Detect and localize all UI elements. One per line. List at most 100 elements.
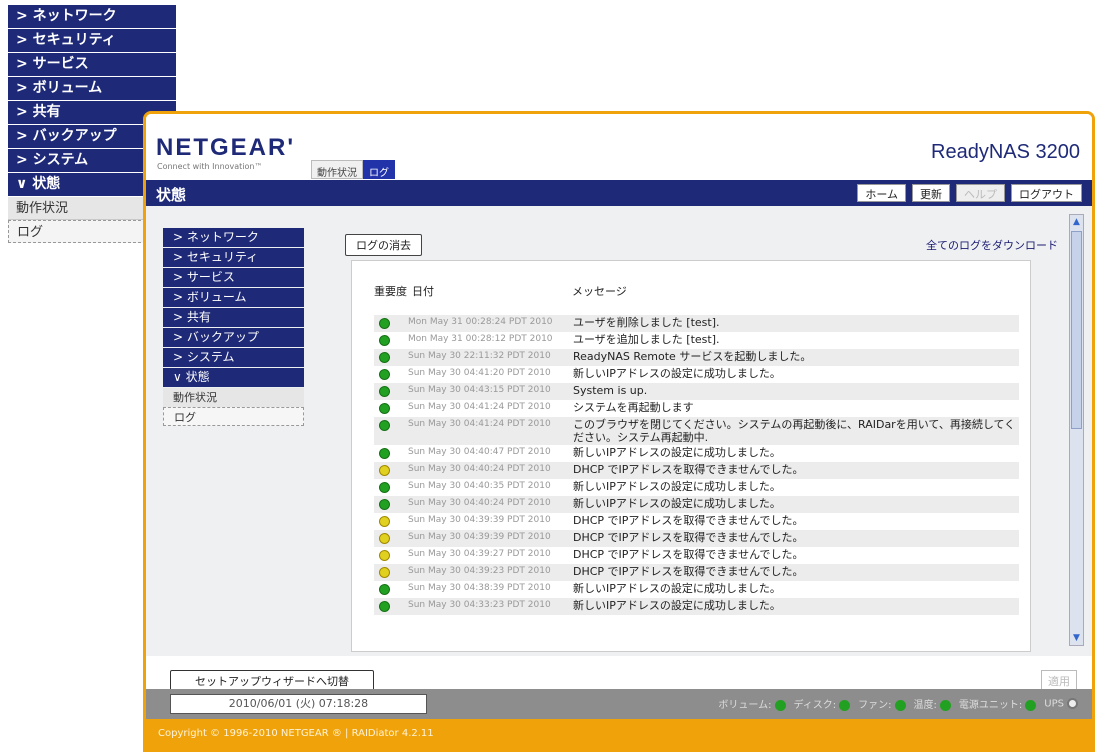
download-all-logs-link[interactable]: 全てのログをダウンロード	[926, 237, 1058, 253]
sidebar-item-security[interactable]: > セキュリティ	[163, 248, 304, 267]
log-row: Sun May 30 04:40:24 PDT 2010 新しいIPアドレスの設定…	[374, 496, 1019, 513]
tab-health[interactable]: 動作状況	[311, 160, 363, 179]
indicator-light-icon	[774, 699, 786, 711]
top-buttons: ホーム 更新 ヘルプ ログアウト	[857, 184, 1082, 202]
log-row: Sun May 30 04:39:23 PDT 2010 DHCP でIPアドレス…	[374, 564, 1019, 581]
sidebar-item-services[interactable]: > サービス	[163, 268, 304, 287]
status-warning-icon	[379, 516, 390, 527]
sidebar-item-backup[interactable]: > バックアップ	[163, 328, 304, 347]
log-date: Sun May 30 04:39:39 PDT 2010	[408, 515, 551, 525]
product-name: ReadyNAS 3200	[931, 141, 1080, 163]
log-row: Mon May 31 00:28:12 PDT 2010 ユーザを追加しました […	[374, 332, 1019, 349]
status-ok-icon	[379, 335, 390, 346]
indicator-light-icon	[1067, 697, 1078, 709]
header: NETGEAR' Connect with Innovation™ 動作状況 ロ…	[146, 114, 1092, 182]
log-message: DHCP でIPアドレスを取得できませんでした。	[573, 463, 804, 476]
log-message: ReadyNAS Remote サービスを起動しました。	[573, 350, 812, 363]
log-message: 新しいIPアドレスの設定に成功しました。	[573, 446, 781, 459]
indicator-label: 電源ユニット:	[958, 700, 1023, 711]
status-ok-icon	[379, 482, 390, 493]
outer-nav-network[interactable]: > ネットワーク	[8, 5, 176, 28]
log-message: DHCP でIPアドレスを取得できませんでした。	[573, 548, 804, 561]
log-date: Sun May 30 04:38:39 PDT 2010	[408, 583, 551, 593]
log-message: ユーザを追加しました [test].	[573, 333, 720, 346]
status-ok-icon	[379, 318, 390, 329]
log-date: Sun May 30 04:43:15 PDT 2010	[408, 385, 551, 395]
sidebar-item-volume[interactable]: > ボリューム	[163, 288, 304, 307]
log-row: Sun May 30 04:39:39 PDT 2010 DHCP でIPアドレス…	[374, 530, 1019, 547]
clock: 2010/06/01 (火) 07:18:28	[170, 694, 427, 714]
scrollbar[interactable]: ▲ ▼	[1069, 214, 1084, 646]
status-ok-icon	[379, 386, 390, 397]
log-message: システムを再起動します	[573, 401, 694, 414]
sidebar-item-health[interactable]: 動作状況	[163, 388, 304, 407]
log-row: Sun May 30 04:40:24 PDT 2010 DHCP でIPアドレス…	[374, 462, 1019, 479]
log-message: 新しいIPアドレスの設定に成功しました。	[573, 599, 781, 612]
sidebar-item-shares[interactable]: > 共有	[163, 308, 304, 327]
log-row: Sun May 30 04:41:24 PDT 2010 システムを再起動します	[374, 400, 1019, 417]
log-message: DHCP でIPアドレスを取得できませんでした。	[573, 531, 804, 544]
scroll-thumb[interactable]	[1071, 231, 1082, 429]
scroll-down-icon[interactable]: ▼	[1070, 631, 1083, 645]
indicator-label: ディスク:	[793, 700, 837, 711]
status-warning-icon	[379, 550, 390, 561]
logout-button[interactable]: ログアウト	[1011, 184, 1082, 202]
log-message: System is up.	[573, 384, 648, 397]
main-content: > ネットワーク > セキュリティ > サービス > ボリューム > 共有 > …	[146, 206, 1092, 656]
status-ok-icon	[379, 352, 390, 363]
indicator: 温度:	[914, 696, 951, 711]
sidebar-item-system[interactable]: > システム	[163, 348, 304, 367]
status-warning-icon	[379, 567, 390, 578]
col-date: 日付	[412, 285, 434, 298]
indicator-light-icon	[894, 699, 906, 711]
refresh-button[interactable]: 更新	[912, 184, 950, 202]
indicator-label: UPS	[1044, 698, 1064, 710]
outer-nav-volume[interactable]: > ボリューム	[8, 77, 176, 100]
tab-log[interactable]: ログ	[363, 160, 395, 179]
footer-actions: セットアップウィザードへ切替 適用	[146, 656, 1092, 692]
outer-nav-security[interactable]: > セキュリティ	[8, 29, 176, 52]
indicator-light-icon	[839, 699, 851, 711]
log-date: Sun May 30 22:11:32 PDT 2010	[408, 351, 551, 361]
title-bar: 状態 ホーム 更新 ヘルプ ログアウト	[146, 180, 1092, 206]
log-message: ユーザを削除しました [test].	[573, 316, 720, 329]
status-warning-icon	[379, 465, 390, 476]
frontview-window: NETGEAR' Connect with Innovation™ 動作状況 ロ…	[143, 111, 1095, 752]
sidebar-item-log[interactable]: ログ	[163, 407, 304, 426]
log-row: Sun May 30 04:40:47 PDT 2010 新しいIPアドレスの設定…	[374, 445, 1019, 462]
indicator-label: ファン:	[858, 700, 892, 711]
status-ok-icon	[379, 420, 390, 431]
indicator: 電源ユニット:	[958, 696, 1037, 711]
sidebar-item-status[interactable]: ∨ 状態	[163, 368, 304, 387]
scroll-up-icon[interactable]: ▲	[1070, 215, 1083, 229]
status-ok-icon	[379, 448, 390, 459]
indicator: ファン:	[858, 696, 906, 711]
log-date: Mon May 31 00:28:24 PDT 2010	[408, 317, 553, 327]
clear-log-button[interactable]: ログの消去	[345, 234, 422, 256]
tab-bar: 動作状況 ログ	[311, 160, 395, 179]
home-button[interactable]: ホーム	[857, 184, 906, 202]
tagline: Connect with Innovation™	[157, 162, 263, 171]
log-message: DHCP でIPアドレスを取得できませんでした。	[573, 514, 804, 527]
log-row: Sun May 30 04:41:24 PDT 2010 このブラウザを閉じてくだ…	[374, 417, 1019, 445]
help-button[interactable]: ヘルプ	[956, 184, 1005, 202]
indicator: ディスク:	[794, 696, 851, 711]
log-date: Sun May 30 04:41:24 PDT 2010	[408, 402, 551, 412]
log-message: このブラウザを閉じてください。システムの再起動後に、RAIDarを用いて、再接続…	[573, 418, 1016, 444]
log-row: Sun May 30 04:43:15 PDT 2010 System is up…	[374, 383, 1019, 400]
indicator-light-icon	[1025, 699, 1037, 711]
log-row: Sun May 30 22:11:32 PDT 2010 ReadyNAS Rem…	[374, 349, 1019, 366]
log-row: Mon May 31 00:28:24 PDT 2010 ユーザを削除しました […	[374, 315, 1019, 332]
status-ok-icon	[379, 499, 390, 510]
status-indicators: ボリューム: ディスク: ファン: 温度: 電源ユニット: UPS	[718, 696, 1078, 711]
outer-nav-services[interactable]: > サービス	[8, 53, 176, 76]
status-ok-icon	[379, 601, 390, 612]
log-row: Sun May 30 04:38:39 PDT 2010 新しいIPアドレスの設定…	[374, 581, 1019, 598]
status-ok-icon	[379, 403, 390, 414]
log-rows: Mon May 31 00:28:24 PDT 2010 ユーザを削除しました […	[374, 315, 1019, 615]
log-date: Sun May 30 04:40:35 PDT 2010	[408, 481, 551, 491]
sidebar-item-network[interactable]: > ネットワーク	[163, 228, 304, 247]
page-title: 状態	[156, 186, 187, 204]
status-bar: 2010/06/01 (火) 07:18:28 ボリューム: ディスク: ファン: 温…	[146, 689, 1092, 719]
log-row: Sun May 30 04:40:35 PDT 2010 新しいIPアドレスの設定…	[374, 479, 1019, 496]
